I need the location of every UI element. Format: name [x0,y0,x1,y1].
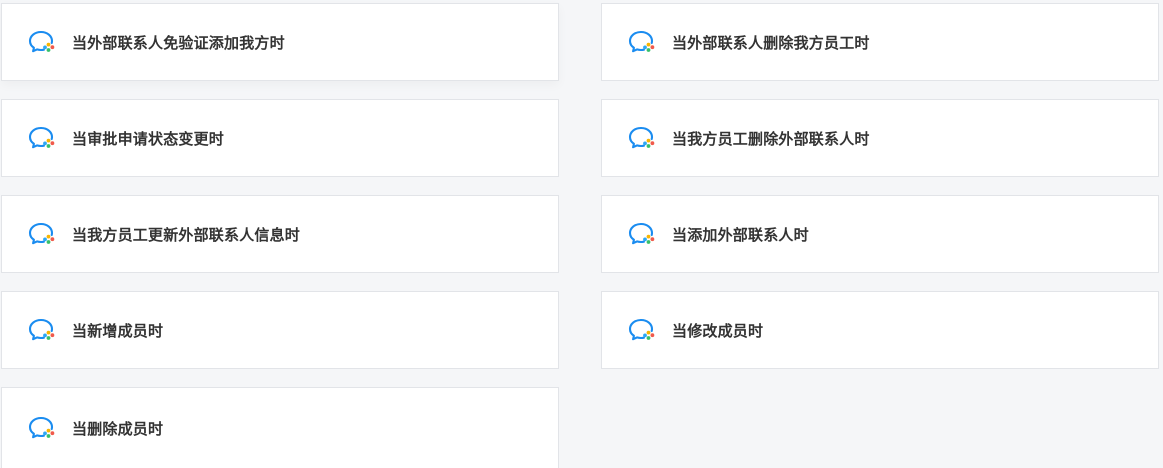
event-card-staff-delete-external-contact[interactable]: 当我方员工删除外部联系人时 [601,99,1159,177]
wecom-chat-icon [28,415,58,441]
wecom-chat-icon [28,221,58,247]
event-card-member-added[interactable]: 当新增成员时 [1,291,559,369]
event-card-label: 当新增成员时 [72,321,164,340]
wecom-chat-icon [28,29,58,55]
event-card-label: 当审批申请状态变更时 [72,129,225,148]
event-card-label: 当我方员工更新外部联系人信息时 [72,225,301,244]
event-card-label: 当外部联系人免验证添加我方时 [72,33,285,52]
event-card-label: 当删除成员时 [72,419,164,438]
event-card-member-deleted[interactable]: 当删除成员时 [1,387,559,468]
wecom-chat-icon [628,125,658,151]
event-card-external-contact-delete-staff[interactable]: 当外部联系人删除我方员工时 [601,3,1159,81]
event-card-label: 当我方员工删除外部联系人时 [672,129,870,148]
event-card-label: 当修改成员时 [672,321,764,340]
event-card-grid: 当外部联系人免验证添加我方时 当外部联系人删除我方员工时 当审批申请状态变更时 … [1,3,1163,468]
wecom-chat-icon [628,317,658,343]
wecom-chat-icon [28,317,58,343]
event-card-approval-status-change[interactable]: 当审批申请状态变更时 [1,99,559,177]
event-card-external-contact-add-no-verify[interactable]: 当外部联系人免验证添加我方时 [1,3,559,81]
event-card-label: 当外部联系人删除我方员工时 [672,33,870,52]
wecom-chat-icon [628,221,658,247]
wecom-chat-icon [628,29,658,55]
event-card-staff-update-external-contact[interactable]: 当我方员工更新外部联系人信息时 [1,195,559,273]
event-card-member-modified[interactable]: 当修改成员时 [601,291,1159,369]
event-card-add-external-contact[interactable]: 当添加外部联系人时 [601,195,1159,273]
event-card-label: 当添加外部联系人时 [672,225,809,244]
wecom-chat-icon [28,125,58,151]
